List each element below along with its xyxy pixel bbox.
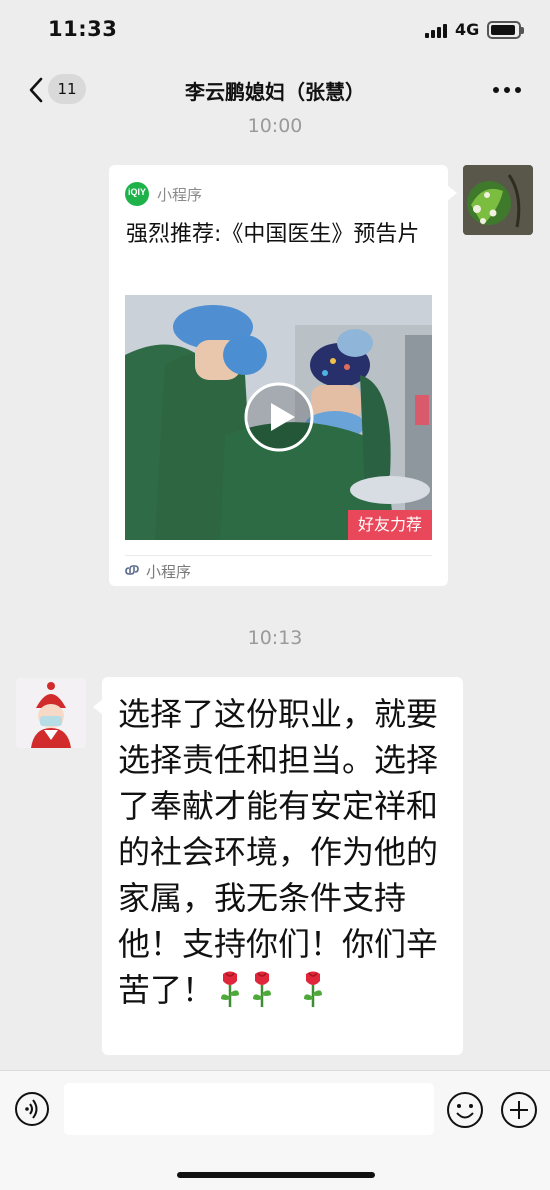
- voice-icon[interactable]: [14, 1091, 50, 1127]
- message-input[interactable]: [64, 1083, 434, 1135]
- rose-icon: [221, 971, 240, 1007]
- mini-program-icon: [125, 565, 139, 575]
- battery-icon: [487, 21, 524, 39]
- iqiyi-logo-icon: iQIY: [125, 182, 149, 206]
- card-title: 强烈推荐:《中国医生》预告片: [126, 222, 420, 247]
- iqiyi-logo-text: iQIY: [127, 187, 146, 197]
- rose-icon: [304, 971, 323, 1007]
- mini-program-card[interactable]: iQIY 小程序 强烈推荐:《中国医生》预告片 好友力荐 小程序: [109, 165, 457, 586]
- message-text: 选择了这份职业，就要选择责任和担当。选择了奉献才能有安定祥和的社会环境，作为他的…: [118, 695, 439, 1009]
- status-bar: 11:33 4G: [0, 0, 550, 62]
- play-icon[interactable]: [243, 381, 315, 453]
- cellular-signal-icon: [425, 24, 447, 38]
- message-timestamp: 10:00: [247, 115, 303, 137]
- message-text-container: 选择了这份职业，就要选择责任和担当。选择了奉献才能有安定祥和的社会环境，作为他的…: [118, 691, 454, 1013]
- network-type: 4G: [455, 20, 480, 39]
- smiley-icon[interactable]: [446, 1091, 484, 1129]
- mini-program-label: 小程序: [146, 563, 192, 581]
- avatar[interactable]: [463, 165, 533, 235]
- rose-icon: [253, 971, 272, 1007]
- avatar-image: [16, 678, 86, 748]
- message-bubble[interactable]: 选择了这份职业，就要选择责任和担当。选择了奉献才能有安定祥和的社会环境，作为他的…: [93, 677, 463, 1055]
- card-divider: [125, 555, 432, 556]
- video-thumbnail[interactable]: 好友力荐: [125, 295, 432, 540]
- ellipsis-icon[interactable]: [493, 87, 523, 95]
- message-timestamp: 10:13: [247, 627, 303, 649]
- plus-icon[interactable]: [500, 1091, 538, 1129]
- avatar-image: [463, 165, 533, 235]
- home-indicator[interactable]: [177, 1172, 375, 1178]
- chat-title: 李云鹏媳妇（张慧）: [185, 80, 365, 104]
- recommend-badge: 好友力荐: [348, 510, 432, 540]
- mini-program-source: 小程序: [157, 186, 203, 204]
- avatar[interactable]: [16, 678, 86, 748]
- chat-header: 11 李云鹏媳妇（张慧）: [0, 62, 550, 118]
- status-time: 11:33: [48, 17, 118, 41]
